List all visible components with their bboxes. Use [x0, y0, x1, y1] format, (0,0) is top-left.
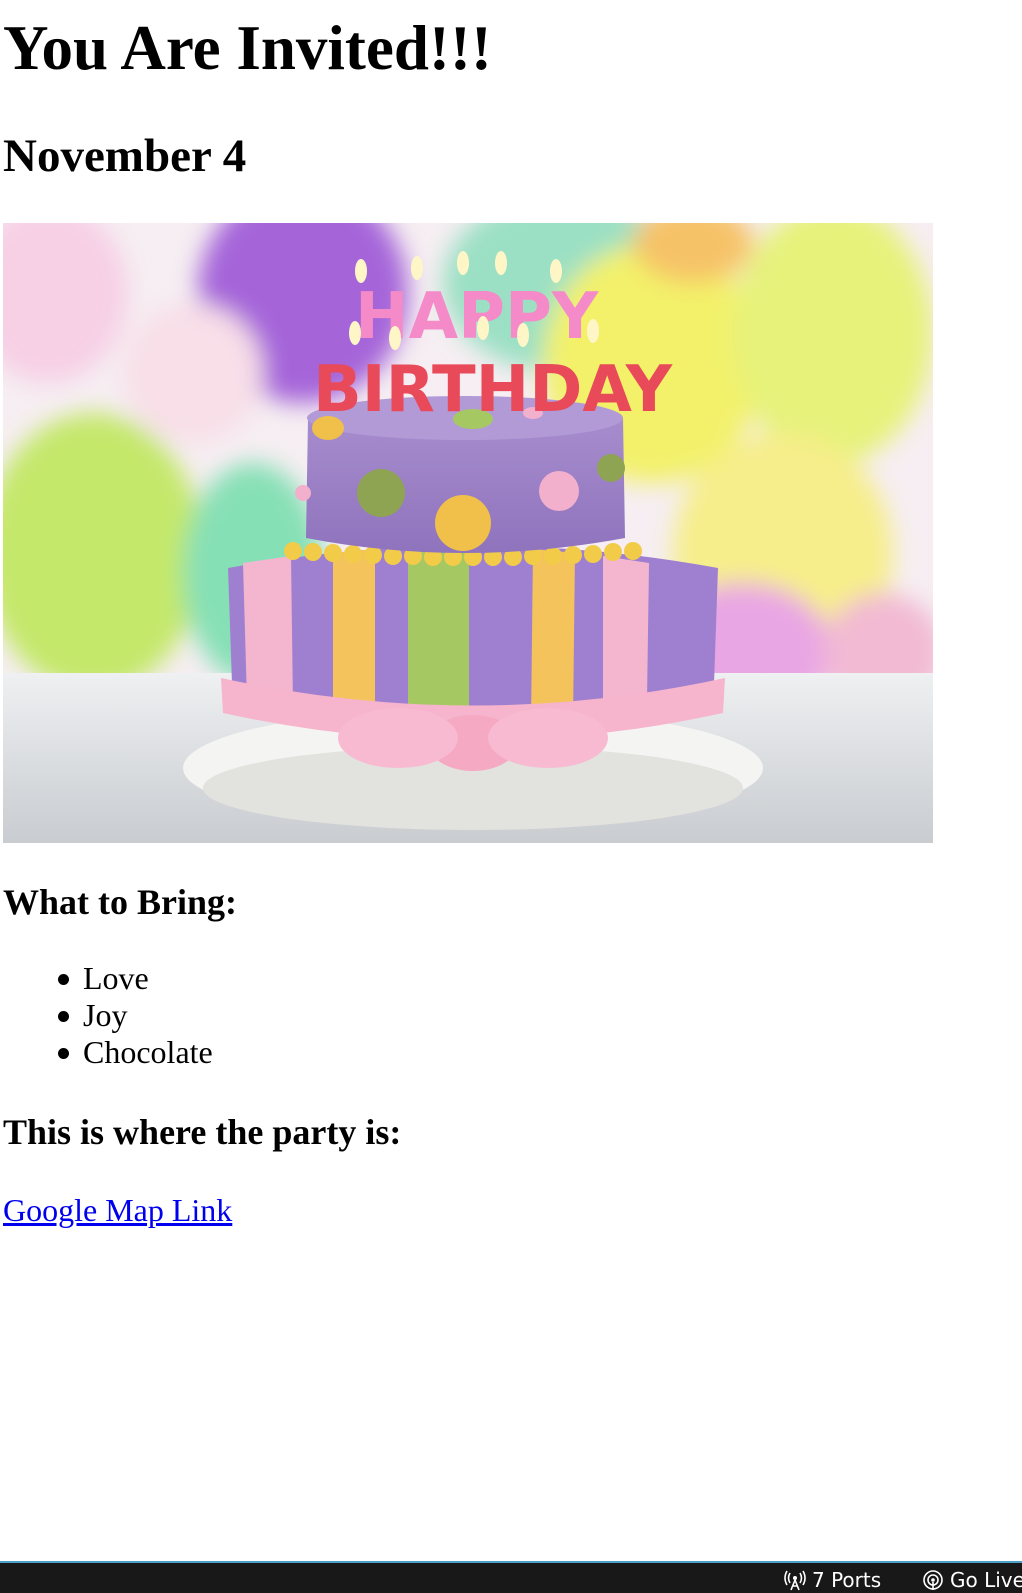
event-date: November 4	[3, 130, 247, 182]
birthday-cake-image: HAPPY BIRTHDAY	[3, 223, 933, 843]
google-map-link[interactable]: Google Map Link	[3, 1190, 232, 1230]
ports-status-item[interactable]: 7 Ports	[784, 1567, 881, 1593]
party-location-heading: This is where the party is:	[3, 1112, 402, 1152]
list-item-label: Joy	[83, 997, 128, 1033]
list-item-label: Chocolate	[83, 1034, 213, 1070]
status-bar: 7 Ports Go Live	[0, 1561, 1022, 1593]
go-live-label: Go Live	[950, 1568, 1022, 1592]
bullet-icon	[58, 1011, 69, 1022]
list-item: Joy	[3, 997, 213, 1034]
bring-list: Love Joy Chocolate	[3, 960, 213, 1071]
list-item-label: Love	[83, 960, 149, 996]
bullet-icon	[58, 1048, 69, 1059]
list-item: Chocolate	[3, 1034, 213, 1071]
broadcast-icon	[784, 1569, 806, 1591]
go-live-status-item[interactable]: Go Live	[922, 1567, 1022, 1593]
ports-label: 7 Ports	[812, 1568, 882, 1592]
radio-tower-icon	[922, 1569, 944, 1591]
bullet-icon	[58, 974, 69, 985]
cake-topper-birthday: BIRTHDAY	[313, 353, 673, 427]
page-title: You Are Invited!!!	[3, 13, 492, 83]
list-item: Love	[3, 960, 213, 997]
what-to-bring-heading: What to Bring:	[3, 882, 237, 922]
